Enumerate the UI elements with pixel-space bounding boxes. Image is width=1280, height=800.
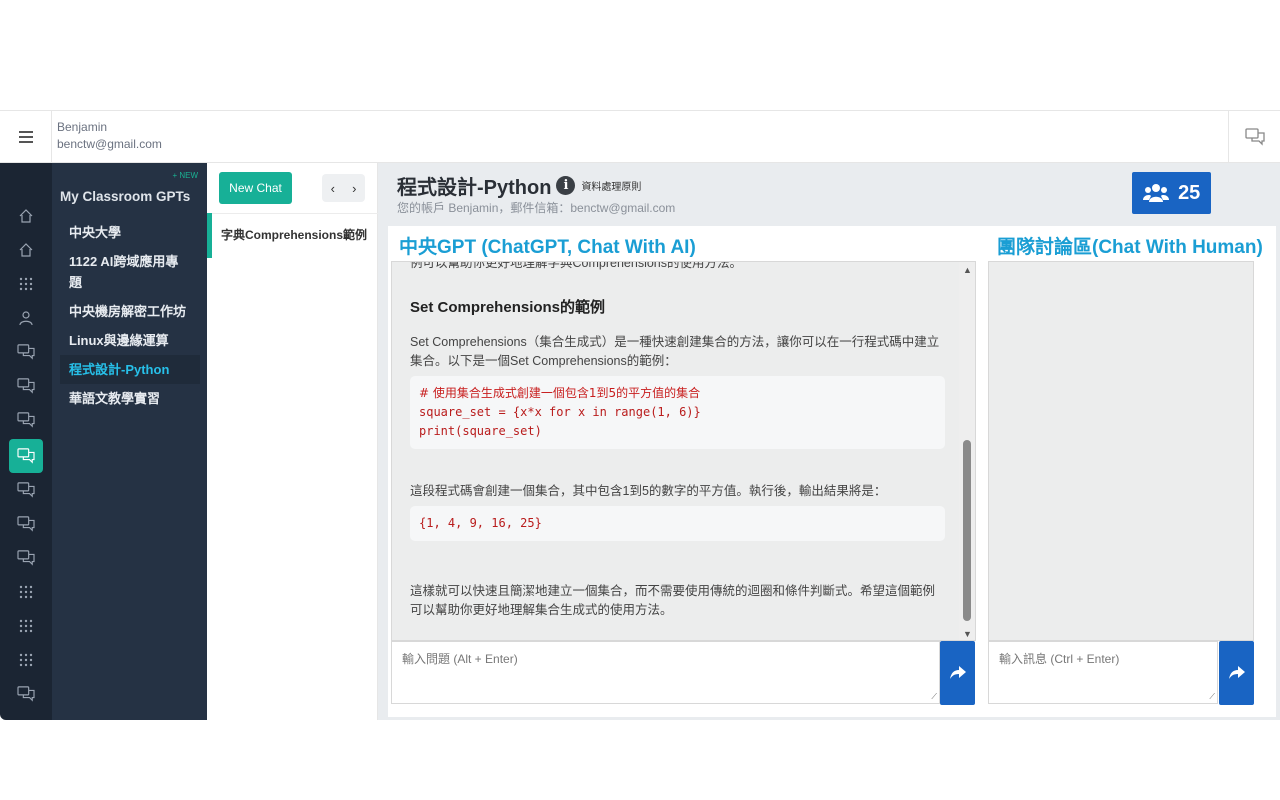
classroom-title: My Classroom GPTs: [60, 189, 191, 204]
classroom-list: 中央大學 1122 AI跨域應用專題 中央機房解密工作坊 Linux與邊緣運算 …: [60, 218, 200, 413]
code-block: # 使用集合生成式創建一個包含1到5的平方值的集合 square_set = {…: [410, 376, 945, 449]
chat-history-item[interactable]: 字典Comprehensions範例: [207, 213, 378, 258]
grid-icon: [19, 653, 33, 667]
account-info: 您的帳戶 Benjamin，郵件信箱：benctw@gmail.com: [397, 201, 676, 215]
scrollbar-thumb[interactable]: [963, 440, 971, 621]
user-name: Benjamin: [57, 120, 108, 134]
share-arrow-icon: [1228, 666, 1245, 679]
share-arrow-icon: [949, 666, 966, 679]
classroom-item[interactable]: 1122 AI跨域應用專題: [60, 247, 200, 297]
ai-conversation[interactable]: 例可以幫助你更好地理解字典Comprehensions的使用方法。 Set Co…: [391, 261, 976, 641]
next-page-button[interactable]: ›: [352, 181, 356, 196]
message-paragraph: 這樣就可以快速且簡潔地建立一個集合，而不需要使用傳統的迴圈和條件判斷式。希望這個…: [410, 584, 936, 617]
output-block: {1, 4, 9, 16, 25}: [410, 506, 945, 541]
chat-pager: ‹ ›: [322, 174, 365, 202]
ai-question-input[interactable]: [392, 642, 939, 703]
chat-bubbles-icon: [17, 550, 35, 566]
new-classroom-link[interactable]: + NEW: [172, 171, 198, 180]
top-chat-button[interactable]: [1228, 111, 1280, 163]
home-icon: [19, 243, 33, 257]
chat-bubbles-icon: [17, 378, 35, 394]
resize-grip-icon[interactable]: ⟋: [931, 692, 937, 702]
previous-message-tail: 例可以幫助你更好地理解字典Comprehensions的使用方法。: [410, 261, 742, 270]
classroom-item[interactable]: 中央大學: [60, 218, 200, 247]
info-icon[interactable]: i: [556, 176, 576, 195]
scroll-up-icon[interactable]: ▲: [963, 265, 972, 275]
apps-nav-button-2[interactable]: [9, 575, 43, 609]
page-title: 程式設計-Python i 資料處理原則: [397, 171, 641, 200]
chat-nav-button-8[interactable]: [9, 677, 43, 711]
code-line: print(square_set): [419, 424, 542, 438]
menu-toggle-button[interactable]: [0, 111, 52, 163]
new-chat-button[interactable]: New Chat: [219, 172, 292, 204]
apps-nav-button[interactable]: [9, 267, 43, 301]
team-input-wrapper: ⟋: [988, 641, 1218, 704]
chat-bubbles-icon: [17, 686, 35, 702]
user-email: benctw@gmail.com: [57, 137, 162, 151]
chat-nav-button-active[interactable]: [9, 439, 43, 473]
user-info: Benjamin benctw@gmail.com: [57, 119, 162, 153]
main-area: 程式設計-Python i 資料處理原則 您的帳戶 Benjamin，郵件信箱：…: [378, 163, 1280, 720]
user-icon: [19, 311, 33, 326]
team-count: 25: [1178, 181, 1201, 204]
chat-nav-button-2[interactable]: [9, 369, 43, 403]
privacy-link[interactable]: 資料處理原則: [581, 178, 641, 193]
classroom-item[interactable]: 華語文教學實習: [60, 384, 200, 413]
users-icon: [1142, 184, 1169, 202]
chat-bubbles-icon: [17, 448, 35, 464]
grid-icon: [19, 585, 33, 599]
chat-nav-button-7[interactable]: [9, 541, 43, 575]
app-root: Benjamin benctw@gmail.com + NEW My Class…: [0, 110, 1280, 720]
message-paragraph: 這段程式碼會創建一個集合，其中包含1到5的數字的平方值。執行後，輸出結果將是：: [410, 484, 887, 498]
message-paragraph: Set Comprehensions（集合生成式）是一種快速創建集合的方法，讓你…: [410, 335, 940, 368]
grid-icon: [19, 619, 33, 633]
chat-panels: 中央GPT (ChatGPT, Chat With AI) 團隊討論區(Chat…: [388, 226, 1276, 717]
ai-send-button[interactable]: [940, 641, 975, 705]
grid-icon: [19, 277, 33, 291]
classroom-sidebar: + NEW My Classroom GPTs 中央大學 1122 AI跨域應用…: [52, 163, 207, 720]
profile-nav-button[interactable]: [9, 301, 43, 335]
chat-nav-button-6[interactable]: [9, 507, 43, 541]
ai-input-wrapper: ⟋: [391, 641, 940, 704]
home-nav-button-2[interactable]: [9, 233, 43, 267]
chat-nav-button-5[interactable]: [9, 473, 43, 507]
code-comment: # 使用集合生成式創建一個包含1到5的平方值的集合: [419, 386, 701, 400]
scrollbar[interactable]: ▲ ▼: [959, 262, 975, 640]
chat-history-panel: New Chat ‹ › 字典Comprehensions範例: [207, 163, 378, 720]
ai-panel-title: 中央GPT (ChatGPT, Chat With AI): [399, 237, 696, 258]
chat-nav-button-1[interactable]: [9, 335, 43, 369]
home-nav-button[interactable]: [9, 199, 43, 233]
code-line: square_set = {x*x for x in range(1, 6)}: [419, 405, 701, 419]
resize-grip-icon[interactable]: ⟋: [1209, 692, 1215, 702]
prev-page-button[interactable]: ‹: [331, 181, 335, 196]
classroom-item-active[interactable]: 程式設計-Python: [60, 355, 200, 384]
team-conversation[interactable]: [988, 261, 1254, 641]
chat-bubbles-icon: [17, 516, 35, 532]
team-send-button[interactable]: [1219, 641, 1254, 705]
scroll-down-icon[interactable]: ▼: [963, 629, 972, 639]
ai-message: 例可以幫助你更好地理解字典Comprehensions的使用方法。 Set Co…: [410, 261, 945, 620]
classroom-item[interactable]: Linux與邊緣運算: [60, 326, 200, 355]
chat-bubbles-icon: [17, 344, 35, 360]
classroom-item[interactable]: 中央機房解密工作坊: [60, 297, 200, 326]
apps-nav-button-3[interactable]: [9, 609, 43, 643]
chat-nav-button-3[interactable]: [9, 403, 43, 437]
team-members-button[interactable]: 25: [1132, 172, 1211, 214]
team-panel-title: 團隊討論區(Chat With Human): [997, 237, 1263, 258]
chat-bubbles-icon: [1244, 128, 1265, 146]
top-bar: Benjamin benctw@gmail.com: [0, 110, 1280, 163]
apps-nav-button-4[interactable]: [9, 643, 43, 677]
chat-bubbles-icon: [17, 412, 35, 428]
chat-bubbles-icon: [17, 482, 35, 498]
home-icon: [19, 209, 33, 223]
icon-sidebar: [0, 163, 52, 720]
hamburger-icon: [18, 131, 33, 143]
message-heading: Set Comprehensions的範例: [410, 299, 606, 316]
team-message-input[interactable]: [989, 642, 1217, 703]
course-title-text: 程式設計-Python: [397, 177, 552, 199]
